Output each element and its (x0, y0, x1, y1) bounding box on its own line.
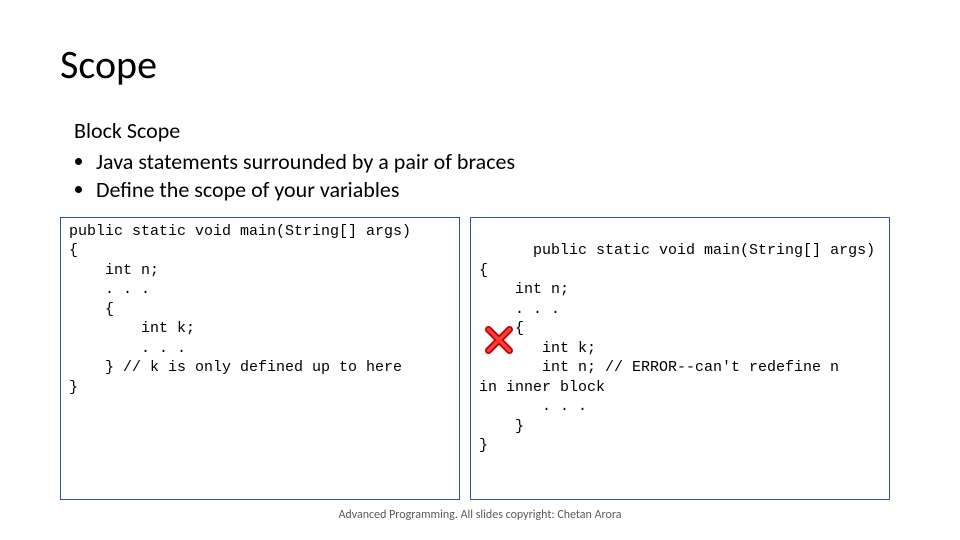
code-row: public static void main(String[] args) {… (60, 217, 900, 500)
slide-footer: Advanced Programming. All slides copyrig… (0, 508, 960, 522)
subheading: Block Scope (74, 117, 900, 146)
code-block-right: public static void main(String[] args) {… (470, 217, 890, 500)
code-text: public static void main(String[] args) {… (479, 242, 875, 454)
bullet-item: Java statements surrounded by a pair of … (96, 148, 900, 177)
slide-title: Scope (60, 40, 900, 89)
bullet-list: Java statements surrounded by a pair of … (74, 148, 900, 205)
code-block-left: public static void main(String[] args) {… (60, 217, 460, 500)
bullet-item: Define the scope of your variables (96, 176, 900, 205)
slide-body: Block Scope Java statements surrounded b… (74, 117, 900, 205)
slide: Scope Block Scope Java statements surrou… (0, 0, 960, 540)
